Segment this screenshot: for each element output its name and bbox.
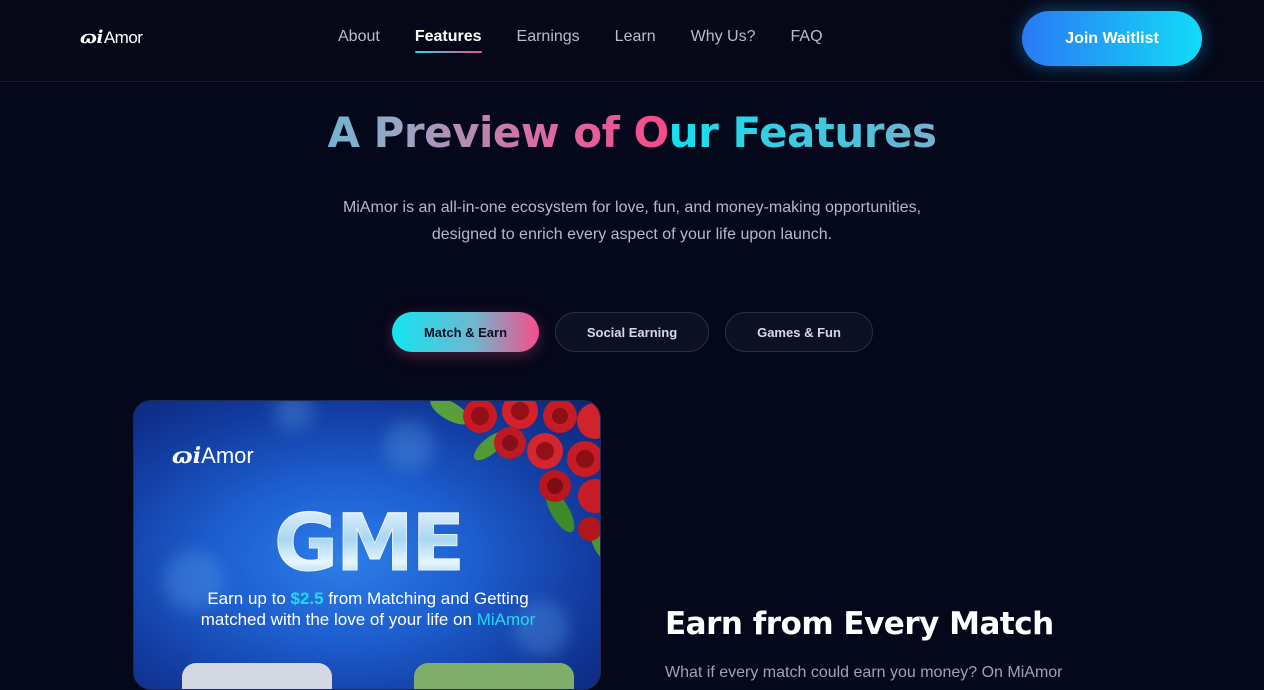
bokeh-light (274, 401, 314, 431)
nav-item-about[interactable]: About (338, 28, 380, 46)
feature-title: Earn from Every Match (665, 606, 1054, 642)
join-waitlist-button[interactable]: Join Waitlist (1022, 11, 1202, 66)
nav-menu: About Features Earnings Learn Why Us? FA… (338, 28, 858, 53)
card-thumbnail (182, 663, 332, 689)
top-navbar: ɷi Amor About Features Earnings Learn Wh… (0, 0, 1264, 82)
card-headline: GME (274, 499, 466, 590)
tab-social-earning[interactable]: Social Earning (555, 312, 709, 352)
card-logo-mark: ɷi (172, 443, 202, 469)
feature-description: What if every match could earn you money… (665, 664, 1063, 681)
card-logo: ɷiAmor (172, 443, 254, 469)
nav-item-faq[interactable]: FAQ (791, 28, 823, 46)
nav-item-features[interactable]: Features (414, 28, 482, 53)
card-thumbnail (414, 663, 574, 689)
card-caption-line-2: matched with the love of your life on Mi… (134, 609, 600, 630)
card-logo-text: Amor (201, 443, 254, 468)
caption-brand: MiAmor (476, 610, 536, 629)
logo-text: Amor (103, 27, 143, 47)
tab-games-fun[interactable]: Games & Fun (725, 312, 873, 352)
nav-item-earnings[interactable]: Earnings (517, 28, 580, 46)
nav-item-learn[interactable]: Learn (615, 28, 656, 46)
subtitle-line-2: designed to enrich every aspect of your … (431, 226, 833, 243)
subtitle-line-1: MiAmor is an all-in-one ecosystem for lo… (342, 199, 922, 216)
logo-mark: ɷi (80, 27, 103, 48)
miamor-logo[interactable]: ɷi Amor (80, 27, 143, 48)
card-caption-line-1: Earn up to $2.5 from Matching and Gettin… (134, 588, 600, 609)
section-title: A Preview of Our Features (0, 108, 1264, 157)
nav-item-why-us[interactable]: Why Us? (691, 28, 756, 46)
card-caption: Earn up to $2.5 from Matching and Gettin… (134, 588, 600, 630)
caption-text: from Matching and Getting (323, 589, 529, 608)
tab-match-earn[interactable]: Match & Earn (392, 312, 539, 352)
feature-preview-image: ɷiAmor GME Earn up to $2.5 from Matching… (133, 400, 601, 690)
section-subtitle: MiAmor is an all-in-one ecosystem for lo… (232, 194, 1032, 248)
caption-text: matched with the love of your life on (200, 610, 477, 629)
section-title-text: A Preview of Our Features (327, 108, 937, 157)
caption-amount: $2.5 (290, 589, 324, 608)
caption-text: Earn up to (207, 589, 291, 608)
